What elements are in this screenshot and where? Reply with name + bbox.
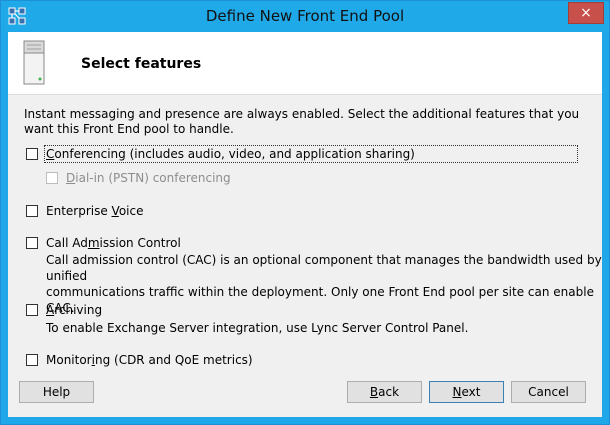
next-button[interactable]: Next <box>429 381 504 403</box>
cac-description-line-1: Call admission control (CAC) is an optio… <box>46 253 602 283</box>
monitoring-checkbox[interactable] <box>26 354 38 366</box>
close-icon: × <box>580 5 592 21</box>
enterprise-voice-label[interactable]: Enterprise Voice <box>46 204 143 218</box>
conferencing-label[interactable]: Conferencing (includes audio, video, and… <box>44 145 578 163</box>
conferencing-checkbox[interactable] <box>26 148 38 160</box>
monitoring-option[interactable]: Monitoring (CDR and QoE metrics) <box>26 353 253 367</box>
enterprise-voice-checkbox[interactable] <box>26 205 38 217</box>
cancel-button[interactable]: Cancel <box>511 381 586 403</box>
archiving-option[interactable]: Archiving <box>26 303 102 317</box>
archiving-description: To enable Exchange Server integration, u… <box>46 321 469 335</box>
enterprise-voice-option[interactable]: Enterprise Voice <box>26 204 143 218</box>
monitoring-label[interactable]: Monitoring (CDR and QoE metrics) <box>46 353 253 367</box>
conferencing-option[interactable]: Conferencing (includes audio, video, and… <box>26 145 578 163</box>
help-button[interactable]: Help <box>19 381 94 403</box>
dialin-checkbox <box>46 172 58 184</box>
cac-checkbox[interactable] <box>26 237 38 249</box>
cac-description: Call admission control (CAC) is an optio… <box>46 252 602 316</box>
cac-description-line-2: communications traffic within the deploy… <box>46 285 594 315</box>
archiving-checkbox[interactable] <box>26 304 38 316</box>
page-title: Select features <box>81 56 202 72</box>
dialog-window: Define New Front End Pool × Select featu… <box>0 0 610 425</box>
window-title: Define New Front End Pool <box>205 7 405 25</box>
back-button[interactable]: Back <box>347 381 422 403</box>
server-icon <box>23 40 45 85</box>
dialog-client-area: Select features Instant messaging and pr… <box>8 32 602 417</box>
cac-label[interactable]: Call Admission Control <box>46 236 181 250</box>
archiving-label[interactable]: Archiving <box>46 303 102 317</box>
wizard-header: Select features <box>8 32 602 95</box>
intro-text: Instant messaging and presence are alway… <box>24 107 580 136</box>
dialin-label: Dial-in (PSTN) conferencing <box>66 171 231 185</box>
cac-option[interactable]: Call Admission Control <box>26 236 181 250</box>
close-button[interactable]: × <box>568 2 604 24</box>
title-bar[interactable]: Define New Front End Pool × <box>1 1 609 31</box>
wizard-content: Instant messaging and presence are alway… <box>8 95 602 417</box>
dialin-option: Dial-in (PSTN) conferencing <box>46 171 231 185</box>
